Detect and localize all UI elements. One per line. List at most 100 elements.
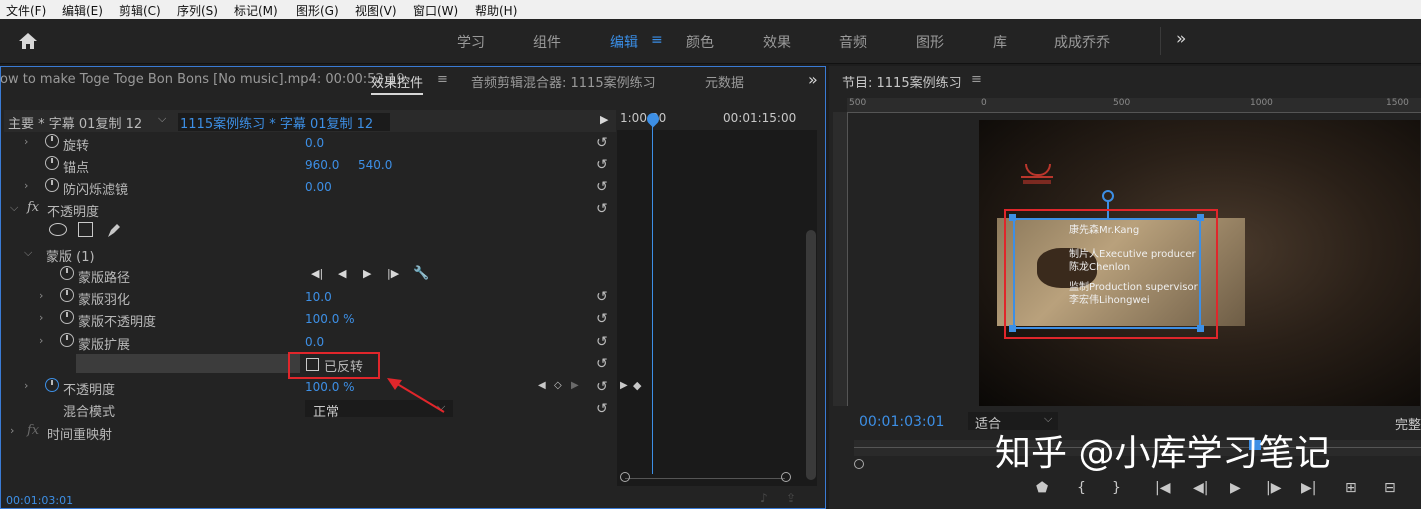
mark-out-icon[interactable]: } bbox=[1112, 480, 1121, 496]
tab-effect-controls[interactable]: 效果控件 bbox=[371, 72, 424, 95]
expand-chevron-icon[interactable]: › bbox=[10, 424, 14, 437]
track-backward-icon[interactable]: ◀ bbox=[338, 267, 346, 280]
stopwatch-icon[interactable] bbox=[60, 310, 74, 324]
workspace-tab-libraries[interactable]: 库 bbox=[993, 32, 1007, 52]
workspace-tab-assembly[interactable]: 组件 bbox=[533, 32, 561, 52]
add-marker-icon[interactable]: ⬟ bbox=[1036, 480, 1048, 496]
reset-icon[interactable]: ↺ bbox=[596, 289, 608, 305]
menu-file[interactable]: 文件(F) bbox=[6, 2, 46, 19]
workspace-tab-editing[interactable]: 编辑 bbox=[610, 32, 638, 52]
track-backward-one-icon[interactable]: ◀| bbox=[311, 267, 323, 280]
stopwatch-icon[interactable] bbox=[60, 266, 74, 280]
stopwatch-icon[interactable] bbox=[45, 134, 59, 148]
menu-view[interactable]: 视图(V) bbox=[355, 2, 397, 19]
workspace-tab-audio[interactable]: 音频 bbox=[839, 32, 867, 52]
keyframe-icon[interactable]: ◆ bbox=[633, 379, 641, 392]
rectangle-mask-icon[interactable] bbox=[78, 222, 93, 237]
clip-sequence-label[interactable]: 1115案例练习 * 字幕 01复制 12 bbox=[178, 113, 390, 132]
wrench-icon[interactable]: 🔧 bbox=[413, 266, 429, 281]
fx-icon[interactable]: fx bbox=[27, 423, 39, 438]
effect-timeline[interactable]: 1:00:00 00:01:15:00 ▶ ◆ bbox=[617, 108, 817, 486]
reset-icon[interactable]: ↺ bbox=[596, 311, 608, 327]
play-only-clip-icon[interactable]: ▶ bbox=[600, 113, 608, 126]
program-monitor-title[interactable]: 节目: 1115案例练习 bbox=[842, 72, 962, 91]
source-clip-tab[interactable]: ow to make Toge Toge Bon Bons [No music]… bbox=[0, 72, 405, 87]
panel-menu-icon[interactable]: ≡ bbox=[971, 72, 982, 87]
vertical-scrollbar[interactable] bbox=[806, 230, 816, 480]
stopwatch-icon[interactable] bbox=[60, 333, 74, 347]
workspace-tab-color[interactable]: 颜色 bbox=[686, 32, 714, 52]
collapse-chevron-icon[interactable]: ⌵ bbox=[24, 246, 32, 260]
music-note-icon[interactable]: ♪ bbox=[760, 491, 768, 505]
expand-chevron-icon[interactable]: › bbox=[39, 334, 43, 347]
workspace-tab-effects[interactable]: 效果 bbox=[763, 32, 791, 52]
menu-window[interactable]: 窗口(W) bbox=[413, 2, 458, 19]
stopwatch-icon[interactable] bbox=[60, 288, 74, 302]
next-keyframe-icon[interactable]: ▶ bbox=[571, 380, 579, 391]
stopwatch-icon[interactable] bbox=[45, 156, 59, 170]
tab-metadata[interactable]: 元数据 bbox=[705, 72, 744, 91]
step-back-icon[interactable]: ◀| bbox=[1193, 480, 1208, 496]
zoom-handle-left[interactable] bbox=[854, 459, 864, 469]
mark-in-icon[interactable]: { bbox=[1077, 480, 1086, 496]
mask-opacity-value[interactable]: 100.0 % bbox=[305, 312, 355, 326]
clip-main-label[interactable]: 主要 * 字幕 01复制 12 bbox=[8, 113, 142, 132]
menu-clip[interactable]: 剪辑(C) bbox=[119, 2, 161, 19]
workspace-tab-learn[interactable]: 学习 bbox=[457, 32, 485, 52]
fx-icon[interactable]: fx bbox=[27, 200, 39, 215]
ellipse-mask-icon[interactable] bbox=[49, 223, 67, 236]
prev-keyframe-icon[interactable]: ◀ bbox=[538, 380, 546, 391]
tab-audio-clip-mixer[interactable]: 音频剪辑混合器: 1115案例练习 bbox=[471, 72, 656, 91]
resolution-select[interactable]: 完整 bbox=[1395, 414, 1421, 433]
menu-sequence[interactable]: 序列(S) bbox=[177, 2, 218, 19]
mask-label[interactable]: 蒙版 (1) bbox=[46, 246, 95, 265]
collapse-chevron-icon[interactable]: ⌵ bbox=[10, 201, 18, 215]
add-keyframe-icon[interactable]: ◇ bbox=[554, 380, 562, 391]
expand-chevron-icon[interactable]: › bbox=[39, 289, 43, 302]
step-forward-icon[interactable]: |▶ bbox=[1266, 480, 1281, 496]
menu-marker[interactable]: 标记(M) bbox=[234, 2, 278, 19]
panel-overflow-icon[interactable]: » bbox=[808, 70, 818, 89]
expand-chevron-icon[interactable]: › bbox=[24, 179, 28, 192]
home-icon[interactable] bbox=[18, 32, 38, 50]
rotation-value[interactable]: 0.0 bbox=[305, 136, 324, 150]
chevron-down-icon[interactable]: ⌵ bbox=[158, 112, 166, 126]
current-time[interactable]: 00:01:03:01 bbox=[6, 494, 73, 507]
reset-icon[interactable]: ↺ bbox=[596, 356, 608, 372]
panel-menu-icon[interactable]: ≡ bbox=[437, 72, 448, 87]
mask-expansion-value[interactable]: 0.0 bbox=[305, 335, 324, 349]
go-to-out-icon[interactable]: ▶| bbox=[1301, 480, 1316, 496]
zoom-handle-right[interactable] bbox=[781, 472, 791, 482]
zoom-handle-left[interactable] bbox=[620, 472, 630, 482]
expand-chevron-icon[interactable]: › bbox=[24, 379, 28, 392]
menu-edit[interactable]: 编辑(E) bbox=[62, 2, 103, 19]
program-video-frame[interactable]: 康先森Mr.Kang 制片人Executive producer 陈龙Chenl… bbox=[979, 120, 1420, 406]
track-forward-one-icon[interactable]: |▶ bbox=[387, 267, 399, 280]
reset-icon[interactable]: ↺ bbox=[596, 157, 608, 173]
reset-icon[interactable]: ↺ bbox=[596, 334, 608, 350]
mask-feather-value[interactable]: 10.0 bbox=[305, 290, 332, 304]
export-icon[interactable]: ⇪ bbox=[786, 491, 796, 505]
extract-icon[interactable]: ⊟ bbox=[1384, 480, 1396, 496]
zoom-scrollbar[interactable] bbox=[625, 478, 785, 479]
pen-mask-icon[interactable] bbox=[105, 221, 123, 239]
go-to-in-icon[interactable]: |◀ bbox=[1155, 480, 1170, 496]
reset-icon[interactable]: ↺ bbox=[596, 379, 608, 395]
anchor-y-value[interactable]: 540.0 bbox=[358, 158, 392, 172]
expand-chevron-icon[interactable]: › bbox=[24, 135, 28, 148]
stopwatch-icon[interactable] bbox=[45, 178, 59, 192]
overflow-chevron-icon[interactable]: » bbox=[1176, 29, 1186, 49]
lift-icon[interactable]: ⊞ bbox=[1345, 480, 1357, 496]
expand-chevron-icon[interactable]: › bbox=[39, 311, 43, 324]
stopwatch-active-icon[interactable] bbox=[45, 378, 59, 392]
workspace-tab-custom[interactable]: 成成乔乔 bbox=[1054, 32, 1110, 52]
anchor-x-value[interactable]: 960.0 bbox=[305, 158, 339, 172]
reset-icon[interactable]: ↺ bbox=[596, 135, 608, 151]
reset-icon[interactable]: ↺ bbox=[596, 201, 608, 217]
reset-icon[interactable]: ↺ bbox=[596, 179, 608, 195]
opacity-value[interactable]: 100.0 % bbox=[305, 380, 355, 394]
reset-icon[interactable]: ↺ bbox=[596, 401, 608, 417]
menu-help[interactable]: 帮助(H) bbox=[475, 2, 517, 19]
workspace-menu-icon[interactable]: ≡ bbox=[651, 32, 663, 48]
workspace-tab-graphics[interactable]: 图形 bbox=[916, 32, 944, 52]
